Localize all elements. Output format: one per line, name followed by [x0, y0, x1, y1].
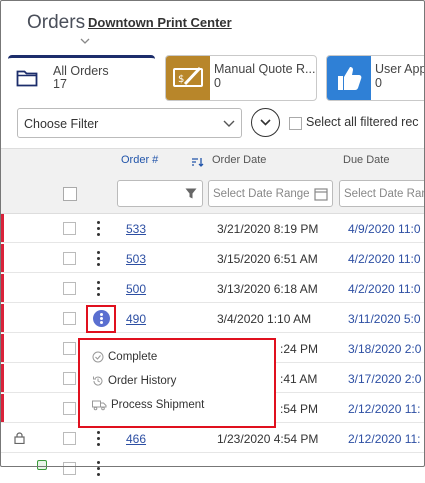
lock-icon — [14, 432, 25, 444]
select-all-filtered-checkbox[interactable] — [289, 117, 302, 130]
due-date: 4/2/2020 11:0 — [348, 282, 421, 296]
row-actions-button-active[interactable] — [86, 305, 116, 333]
menu-item-label: Process Shipment — [111, 399, 205, 412]
menu-item-label: Order History — [108, 375, 177, 388]
row-checkbox[interactable] — [63, 312, 76, 325]
tab-all-orders[interactable]: All Orders 17 — [8, 55, 155, 101]
select-all-filtered-label: Select all filtered rec — [306, 115, 419, 129]
due-date: 4/9/2020 11:0 — [348, 222, 421, 236]
row-actions-icon[interactable] — [96, 461, 102, 476]
table-row[interactable]: 503 3/15/2020 6:51 AM 4/2/2020 11:0 — [0, 244, 425, 273]
row-checkbox[interactable] — [63, 252, 76, 265]
order-date: 3/4/2020 1:10 AM — [217, 312, 312, 326]
table-row[interactable]: 500 3/13/2020 6:18 AM 4/2/2020 11:0 — [0, 274, 425, 303]
menu-item-order-history[interactable]: Order History — [92, 375, 176, 393]
status-flag — [0, 274, 4, 302]
due-date-filter[interactable]: Select Date Rang — [339, 180, 425, 207]
row-checkbox[interactable] — [63, 432, 76, 445]
order-date: 3/15/2020 6:51 AM — [217, 252, 318, 266]
due-date: 2/12/2020 11: — [348, 402, 421, 416]
org-selector[interactable]: Downtown Print Center — [88, 15, 232, 30]
row-checkbox[interactable] — [63, 402, 76, 415]
order-number-link[interactable]: 466 — [126, 432, 146, 446]
check-circle-icon — [92, 351, 104, 363]
tab-count: 17 — [53, 77, 67, 91]
due-date-filter-placeholder: Select Date Rang — [344, 188, 425, 200]
order-date: :24 PM — [280, 342, 319, 356]
due-date: 3/11/2020 5:0 — [348, 312, 421, 326]
tab-label: User App — [375, 62, 425, 76]
folder-icon — [16, 70, 38, 87]
row-actions-icon[interactable] — [96, 251, 102, 266]
tab-count: 0 — [375, 76, 382, 90]
table-row[interactable]: 466 1/23/2020 4:54 PM 2/12/2020 11: — [0, 424, 425, 453]
order-date-filter-placeholder: Select Date Range — [213, 188, 310, 200]
due-date: 3/18/2020 2:0 — [348, 342, 422, 356]
filter-select-value: Choose Filter — [24, 117, 99, 131]
tab-label: All Orders — [53, 64, 109, 78]
row-checkbox[interactable] — [63, 282, 76, 295]
order-date: :41 AM — [280, 372, 318, 386]
row-actions-icon[interactable] — [96, 281, 102, 296]
chevron-down-icon — [260, 119, 271, 126]
row-checkbox[interactable] — [63, 372, 76, 385]
column-due-date[interactable]: Due Date — [343, 154, 389, 166]
calendar-icon[interactable] — [314, 187, 328, 201]
column-order-date[interactable]: Order Date — [212, 154, 266, 166]
status-flag — [0, 334, 4, 362]
order-date: 3/13/2020 6:18 AM — [217, 282, 318, 296]
status-flag — [0, 214, 4, 242]
chevron-down-icon — [223, 120, 235, 127]
status-flag — [0, 364, 4, 392]
history-icon — [93, 376, 103, 386]
row-checkbox[interactable] — [63, 462, 76, 475]
due-date: 3/17/2020 2:0 — [348, 372, 422, 386]
svg-text:$: $ — [178, 74, 184, 85]
row-actions-icon[interactable] — [96, 431, 102, 446]
thumbs-up-icon — [327, 56, 371, 100]
order-date-filter[interactable]: Select Date Range — [208, 180, 333, 207]
status-flag — [0, 244, 4, 272]
quote-icon: $ — [166, 56, 210, 100]
order-number-filter[interactable] — [117, 180, 203, 207]
menu-item-complete[interactable]: Complete — [92, 351, 157, 369]
status-flag — [0, 394, 4, 422]
table-row[interactable]: 533 3/21/2020 8:19 PM 4/9/2020 11:0 — [0, 214, 425, 243]
order-number-link[interactable]: 490 — [126, 312, 146, 326]
table-row[interactable] — [0, 454, 425, 483]
menu-item-process-shipment[interactable]: Process Shipment — [92, 399, 204, 417]
tab-label: Manual Quote R... — [214, 62, 316, 76]
order-number-link[interactable]: 500 — [126, 282, 146, 296]
status-flag — [0, 304, 4, 332]
order-number-link[interactable]: 503 — [126, 252, 146, 266]
filter-icon[interactable] — [185, 188, 197, 200]
filter-select[interactable]: Choose Filter — [17, 108, 242, 138]
order-number-link[interactable]: 533 — [126, 222, 146, 236]
chevron-down-icon[interactable] — [80, 36, 90, 46]
tab-count: 0 — [214, 76, 221, 90]
page-title: Orders — [27, 12, 86, 33]
select-all-checkbox[interactable] — [63, 187, 77, 201]
more-vertical-icon — [93, 310, 110, 327]
due-date: 4/2/2020 11:0 — [348, 252, 421, 266]
sort-desc-icon[interactable] — [191, 157, 204, 167]
row-checkbox[interactable] — [63, 222, 76, 235]
order-date: 1/23/2020 4:54 PM — [217, 432, 319, 446]
order-date: :54 PM — [280, 402, 319, 416]
tab-user-approval[interactable]: User App 0 — [326, 55, 425, 101]
row-checkbox[interactable] — [63, 342, 76, 355]
grid-header: Order # Order Date Due Date Select Date … — [0, 148, 425, 214]
status-icon — [37, 460, 47, 470]
column-order-number[interactable]: Order # — [121, 154, 158, 166]
row-actions-menu: Complete Order History Process Shipment — [78, 338, 276, 428]
truck-icon — [92, 400, 107, 411]
expand-filter-button[interactable] — [251, 108, 280, 137]
table-row[interactable]: 490 3/4/2020 1:10 AM 3/11/2020 5:0 — [0, 304, 425, 333]
tab-manual-quote[interactable]: $ Manual Quote R... 0 — [165, 55, 317, 101]
due-date: 2/12/2020 11: — [348, 432, 421, 446]
row-actions-icon[interactable] — [96, 221, 102, 236]
menu-item-label: Complete — [108, 351, 158, 364]
order-date: 3/21/2020 8:19 PM — [217, 222, 319, 236]
